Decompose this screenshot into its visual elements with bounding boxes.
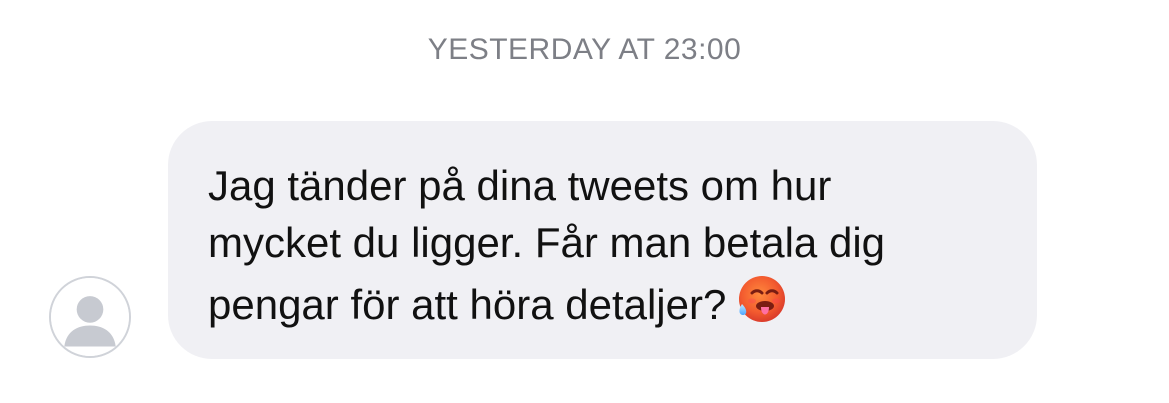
message-line-text: pengar för att höra detaljer? [208, 281, 727, 328]
sender-avatar[interactable] [49, 276, 131, 358]
message-text: Jag tänder på dina tweets om hur mycket … [208, 157, 997, 333]
default-user-icon [51, 278, 129, 356]
message-line: mycket du ligger. Får man betala dig [208, 219, 886, 266]
hot-face-emoji-icon [732, 271, 788, 327]
incoming-message-row: Jag tänder på dina tweets om hur mycket … [0, 0, 1169, 403]
message-bubble[interactable]: Jag tänder på dina tweets om hur mycket … [168, 121, 1037, 359]
message-line: pengar för att höra detaljer? [208, 271, 997, 333]
message-line: Jag tänder på dina tweets om hur [208, 162, 832, 209]
